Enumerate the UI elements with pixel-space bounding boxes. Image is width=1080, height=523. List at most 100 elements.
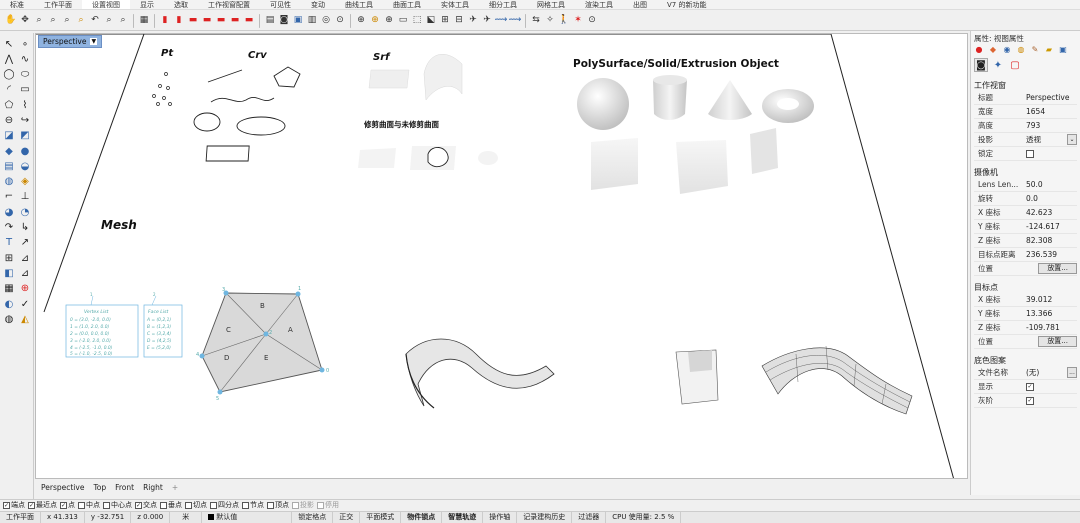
osnap-option[interactable]: 节点 [242, 500, 264, 510]
arc-icon[interactable]: ◜ [2, 83, 16, 97]
cplane-status[interactable]: 工作平面 [0, 512, 41, 523]
person-icon[interactable]: 🚶 [558, 15, 569, 26]
osnap-option[interactable]: 投影 [292, 500, 314, 510]
free-curve-icon[interactable]: ⌇ [18, 98, 32, 112]
pencil-icon[interactable]: ✎ [1030, 45, 1040, 55]
transform-icon[interactable]: ◧ [2, 266, 16, 280]
osnap-toggle[interactable]: 物件锁点 [401, 512, 443, 523]
rebuild-icon[interactable]: ⊿ [18, 251, 32, 265]
add-viewport-tab-icon[interactable]: + [172, 483, 178, 492]
undo-view-icon[interactable]: ↶ [90, 15, 101, 26]
light-icon[interactable]: ◉ [1002, 45, 1012, 55]
fly-1-icon[interactable]: ✈ [468, 15, 479, 26]
browse-file-button[interactable]: ... [1067, 367, 1077, 378]
circle-target-icon[interactable]: ⊙ [587, 15, 598, 26]
cylinder-icon[interactable]: ▤ [2, 159, 16, 173]
osnap-checkbox[interactable]: ✓ [60, 501, 67, 509]
box-solid-icon[interactable]: ◆ [2, 144, 16, 158]
ribbon-tab[interactable]: 实体工具 [431, 0, 479, 9]
grayscale-checkbox[interactable]: ✓ [1026, 396, 1034, 405]
curve-icon[interactable]: ∿ [18, 52, 32, 66]
osnap-option[interactable]: 停用 [317, 500, 339, 510]
two-point-perspective-icon[interactable]: ⬚ [412, 15, 423, 26]
osnap-checkbox[interactable]: ✓ [3, 501, 10, 509]
mesh-sphere-icon[interactable]: ◍ [2, 175, 16, 189]
perspective-viewport[interactable]: Perspective ▼ B C A D E 0 1 2 3 4 5 1 Ve… [35, 33, 968, 479]
projection-select[interactable]: 透视 ⌄ [1026, 134, 1077, 145]
car-5-icon[interactable]: ▬ [244, 15, 255, 26]
locked-checkbox[interactable] [1026, 149, 1034, 158]
viewport-title[interactable]: Perspective ▼ [38, 35, 103, 48]
viewport-red-2-icon[interactable]: ▮ [174, 15, 185, 26]
ribbon-tab[interactable]: 变动 [301, 0, 335, 9]
zoom-out-icon[interactable]: ⌕ [104, 15, 115, 26]
light-icon[interactable]: ✧ [545, 15, 556, 26]
snap-icon[interactable]: ⊕ [18, 282, 32, 296]
named-view-icon[interactable]: ▤ [265, 15, 276, 26]
ribbon-tab[interactable]: 选取 [164, 0, 198, 9]
dimension-icon[interactable]: ↗ [18, 236, 32, 250]
material-icon[interactable]: ◭ [18, 312, 32, 326]
set-target-icon[interactable]: ⊕ [370, 15, 381, 26]
viewtab-right[interactable]: Right [143, 483, 163, 492]
mesh-box-icon[interactable]: ◈ [18, 175, 32, 189]
swap-icon[interactable]: ⇆ [531, 15, 542, 26]
osnap-option[interactable]: ✓ 端点 [3, 500, 25, 510]
plane-2-icon[interactable]: ⟿ [509, 15, 522, 26]
target-z-value[interactable]: -109.781 [1026, 323, 1077, 332]
ribbon-tab[interactable]: 工作视窗配置 [198, 0, 260, 9]
osnap-checkbox[interactable] [185, 501, 192, 509]
osnap-checkbox[interactable] [242, 501, 249, 509]
camera-z-value[interactable]: 82.308 [1026, 236, 1077, 245]
target-icon[interactable]: ◎ [321, 15, 332, 26]
zoom-extents-icon[interactable]: ⌕ [62, 15, 73, 26]
rectangle-icon[interactable]: ▭ [18, 83, 32, 97]
grid-snap-toggle[interactable]: 锁定格点 [292, 512, 334, 523]
osnap-checkbox[interactable] [78, 501, 85, 509]
ortho-toggle[interactable]: 正交 [333, 512, 361, 523]
osnap-option[interactable]: 切点 [185, 500, 207, 510]
osnap-checkbox[interactable] [160, 501, 167, 509]
osnap-option[interactable]: ✓ 交点 [135, 500, 157, 510]
trim-icon[interactable]: ↳ [18, 221, 32, 235]
viewtab-top[interactable]: Top [93, 483, 106, 492]
offset-curve-icon[interactable]: ↪ [18, 113, 32, 127]
ribbon-tab[interactable]: 出图 [623, 0, 657, 9]
camera-x-value[interactable]: 42.623 [1026, 208, 1077, 217]
osnap-checkbox[interactable]: ✓ [135, 501, 142, 509]
ungroup-icon[interactable]: ◔ [18, 205, 32, 219]
viewport-height-value[interactable]: 793 [1026, 121, 1077, 130]
place-camera-button[interactable]: 放置... [1038, 263, 1077, 274]
polyline-icon[interactable]: ⋀ [2, 52, 16, 66]
target-y-value[interactable]: 13.366 [1026, 309, 1077, 318]
osnap-option[interactable]: 中点 [78, 500, 100, 510]
camera-icon[interactable]: ◙ [974, 58, 988, 72]
crosshair-icon[interactable]: ⊕ [356, 15, 367, 26]
four-viewports-icon[interactable]: ▦ [139, 15, 150, 26]
material-icon[interactable]: ◆ [988, 45, 998, 55]
zoom-window-icon[interactable]: ⌕ [48, 15, 59, 26]
target-distance-value[interactable]: 236.539 [1026, 250, 1077, 259]
object-color-icon[interactable]: ● [974, 45, 984, 55]
place-target-button[interactable]: 放置... [1038, 336, 1077, 347]
surface-from-points-icon[interactable]: ◪ [2, 129, 16, 143]
boolean-icon[interactable]: ◒ [18, 159, 32, 173]
osnap-checkbox[interactable] [292, 501, 299, 509]
ribbon-tab[interactable]: 可见性 [260, 0, 301, 9]
camera-icon[interactable]: ◙ [279, 15, 290, 26]
show-wallpaper-checkbox[interactable]: ✓ [1026, 382, 1034, 391]
dolly-icon[interactable]: ⊕ [384, 15, 395, 26]
car-1-icon[interactable]: ▬ [188, 15, 199, 26]
car-4-icon[interactable]: ▬ [230, 15, 241, 26]
sun-icon[interactable]: ✶ [573, 15, 584, 26]
car-2-icon[interactable]: ▬ [202, 15, 213, 26]
render-settings-icon[interactable]: ✦ [991, 58, 1005, 72]
osnap-option[interactable]: ✓ 最近点 [28, 500, 57, 510]
osnap-checkbox[interactable] [267, 501, 274, 509]
split-icon[interactable]: ↷ [2, 221, 16, 235]
group-icon[interactable]: ◕ [2, 205, 16, 219]
walk-icon[interactable]: ⊟ [454, 15, 465, 26]
target-x-value[interactable]: 39.012 [1026, 295, 1077, 304]
ribbon-tab[interactable]: 曲线工具 [335, 0, 383, 9]
sphere-solid-icon[interactable]: ● [18, 144, 32, 158]
